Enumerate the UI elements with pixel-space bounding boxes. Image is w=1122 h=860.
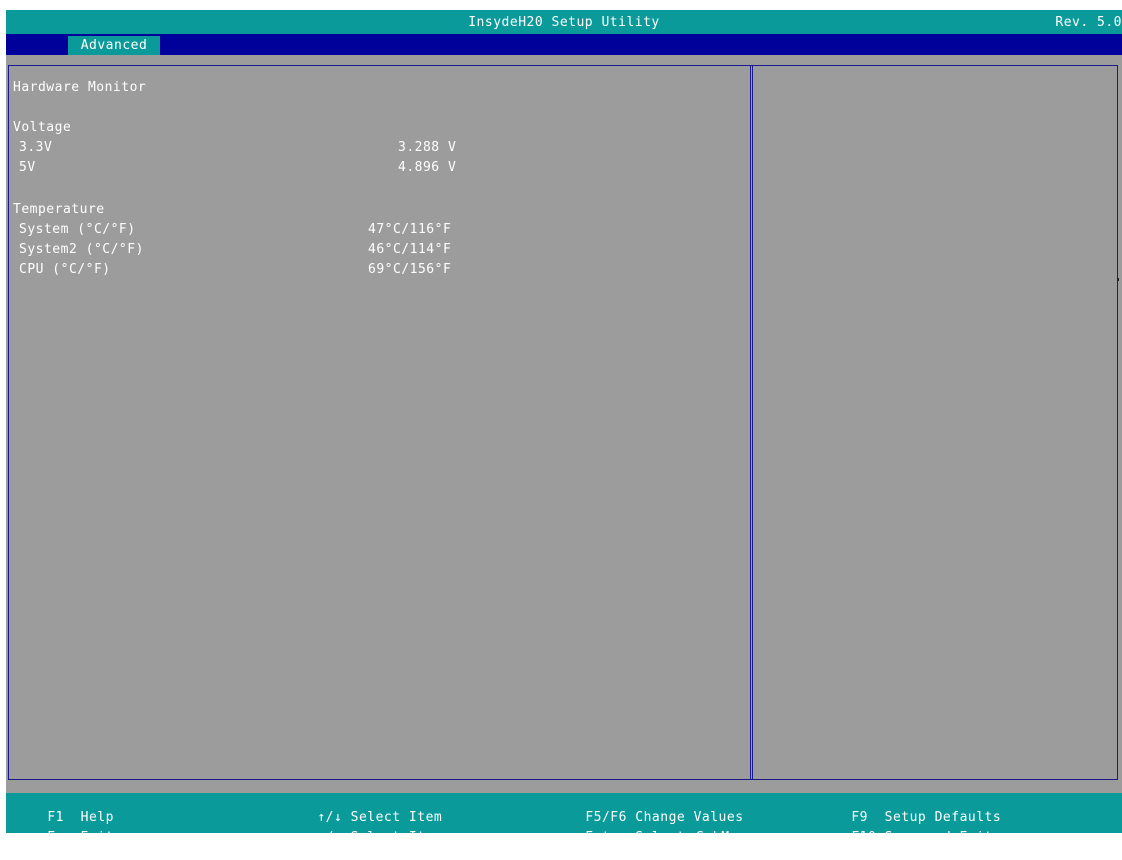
temp-system-value: 47°C/116°F <box>368 222 452 237</box>
save-exit-desc: Save and Exit <box>884 830 993 845</box>
submenu-desc: SubMenu <box>696 830 755 845</box>
tab-advanced[interactable]: Advanced <box>68 36 160 55</box>
page-title: Hardware Monitor <box>13 80 147 95</box>
temp-system-label: System (°C/°F) <box>19 222 136 237</box>
left-right-arrow-icon: ←/→ <box>317 830 343 845</box>
key-esc: Esc <box>47 830 73 845</box>
revision-label: Rev. 5.0 <box>1055 15 1122 30</box>
save-exit-hint: F10 Save and Exit <box>818 815 993 860</box>
voltage-heading: Voltage <box>13 120 72 135</box>
content-area: Hardware Monitor Voltage 3.3V 3.288 V 5V… <box>6 55 1122 793</box>
temperature-heading: Temperature <box>13 202 105 217</box>
exit-key-hint: Esc Exit <box>14 815 114 860</box>
temp-system2-value: 46°C/114°F <box>368 242 452 257</box>
edge-mark <box>1117 278 1119 281</box>
help-panel <box>750 65 1118 780</box>
right-triangle-icon <box>687 832 695 843</box>
select-item-desc: Select Item <box>350 830 443 845</box>
key-enter: Enter <box>585 830 627 845</box>
exit-desc: Exit <box>80 830 114 845</box>
title-bar: InsydeH20 Setup Utility Rev. 5.0 <box>6 10 1122 34</box>
key-help-bar: F1 Help Esc Exit ↑/↓ Select Item ←/→ Sel… <box>6 793 1122 845</box>
submenu-hint: Enter Select SubMenu <box>552 815 755 860</box>
temp-cpu-label: CPU (°C/°F) <box>19 262 111 277</box>
temp-cpu-value: 69°C/156°F <box>368 262 452 277</box>
tab-bar: Advanced <box>6 34 1122 55</box>
settings-panel: Hardware Monitor Voltage 3.3V 3.288 V 5V… <box>8 65 753 780</box>
voltage-3v3-label: 3.3V <box>19 140 53 155</box>
temp-system2-label: System2 (°C/°F) <box>19 242 144 257</box>
key-f10: F10 <box>851 830 877 845</box>
voltage-5v-label: 5V <box>19 160 36 175</box>
voltage-3v3-value: 3.288 V <box>398 140 457 155</box>
voltage-5v-value: 4.896 V <box>398 160 457 175</box>
app-title: InsydeH20 Setup Utility <box>468 15 660 30</box>
select-desc: Select <box>635 830 686 845</box>
select-item-leftright-hint: ←/→ Select Item <box>284 815 442 860</box>
